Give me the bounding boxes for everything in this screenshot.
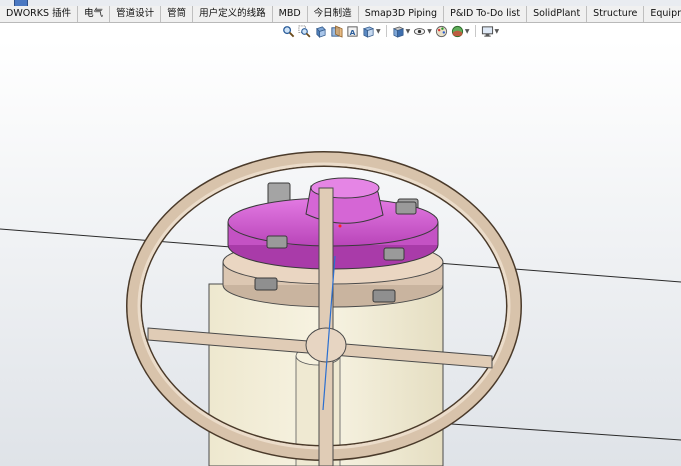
- display-style-icon[interactable]: [392, 25, 405, 38]
- apply-scene-icon[interactable]: [451, 25, 464, 38]
- hide-show-icon[interactable]: [413, 25, 426, 38]
- tab-smap3d-piping[interactable]: Smap3D Piping: [359, 6, 445, 22]
- search-icon[interactable]: [282, 25, 295, 38]
- tab-solidplant[interactable]: SolidPlant: [527, 6, 588, 22]
- section-view-icon[interactable]: [330, 24, 343, 38]
- chevron-down-icon[interactable]: ▼: [427, 25, 432, 38]
- window-title: · · · ·: [32, 0, 56, 5]
- view-settings-icon[interactable]: [481, 25, 494, 38]
- tab-equipment[interactable]: Equipment: [644, 6, 681, 22]
- tab-solidworks-addins[interactable]: DWORKS 插件: [0, 6, 79, 22]
- tab-mbd[interactable]: MBD: [273, 6, 308, 22]
- tab-pipe-design[interactable]: 管道设计: [110, 6, 162, 22]
- graphics-viewport[interactable]: [0, 40, 681, 466]
- ribbon-tab-bar: DWORKS 插件 电气 管道设计 管筒 用户定义的线路 MBD 今日制造 Smap3D Pi…: [0, 6, 681, 23]
- tab-electrical[interactable]: 电气: [78, 6, 111, 22]
- dynamic-annotation-icon[interactable]: A: [346, 25, 359, 38]
- chevron-down-icon[interactable]: ▼: [465, 25, 470, 38]
- tab-structure[interactable]: Structure: [587, 6, 645, 22]
- tab-pid-todo[interactable]: P&ID To-Do list: [444, 6, 528, 22]
- edit-appearance-icon[interactable]: [435, 25, 448, 38]
- tab-today-manufacture[interactable]: 今日制造: [308, 6, 359, 22]
- toolbar-separator: [385, 25, 387, 37]
- previous-view-icon[interactable]: [314, 25, 327, 38]
- tab-user-routes[interactable]: 用户定义的线路: [193, 6, 273, 22]
- chevron-down-icon[interactable]: ▼: [406, 25, 411, 38]
- chevron-down-icon[interactable]: ▼: [376, 25, 381, 38]
- zoom-area-icon[interactable]: [298, 24, 311, 38]
- view-orientation-icon[interactable]: [362, 25, 375, 38]
- chevron-down-icon[interactable]: ▼: [495, 25, 500, 38]
- svg-text:A: A: [350, 28, 356, 37]
- heads-up-view-toolbar: A ▼ ▼ ▼ ▼ ▼: [282, 23, 499, 39]
- toolbar-separator: [474, 25, 476, 37]
- tab-tube[interactable]: 管筒: [161, 6, 194, 22]
